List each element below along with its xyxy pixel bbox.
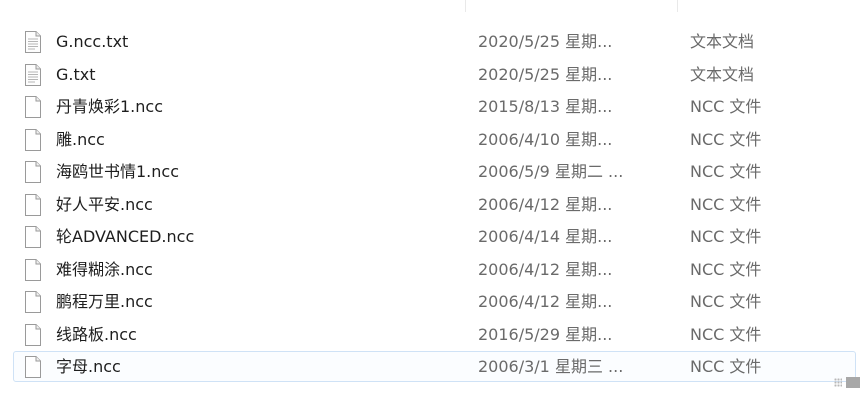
- file-row[interactable]: G.txt 2020/5/25 星期... 文本文档: [0, 59, 863, 92]
- column-divider-date-type[interactable]: [677, 0, 678, 12]
- blank-file-icon: [23, 323, 43, 347]
- file-row[interactable]: 难得糊涂.ncc 2006/4/12 星期... NCC 文件: [0, 254, 863, 287]
- file-modified-date: 2006/5/9 星期二 ...: [478, 162, 624, 181]
- blank-file-icon: [23, 258, 43, 282]
- grip-dots-icon: [834, 378, 842, 387]
- file-row[interactable]: 海鸥世书情1.ncc 2006/5/9 星期二 ... NCC 文件: [0, 156, 863, 189]
- file-row[interactable]: 雕.ncc 2006/4/10 星期... NCC 文件: [0, 124, 863, 157]
- file-name[interactable]: G.txt: [56, 65, 96, 85]
- file-name[interactable]: 丹青焕彩1.ncc: [56, 97, 163, 117]
- file-type: NCC 文件: [690, 292, 762, 311]
- file-name[interactable]: 难得糊涂.ncc: [56, 260, 153, 280]
- file-modified-date: 2006/4/14 星期...: [478, 227, 613, 246]
- file-row[interactable]: G.ncc.txt 2020/5/25 星期... 文本文档: [0, 26, 863, 59]
- file-modified-date: 2016/5/29 星期...: [478, 324, 613, 344]
- file-name[interactable]: 线路板.ncc: [56, 325, 137, 345]
- file-row[interactable]: 好人平安.ncc 2006/4/12 星期... NCC 文件: [0, 189, 863, 222]
- blank-file-icon: [23, 225, 43, 249]
- file-name[interactable]: 轮ADVANCED.ncc: [56, 227, 194, 247]
- blank-file-icon: [23, 160, 43, 184]
- file-row[interactable]: 轮ADVANCED.ncc 2006/4/14 星期... NCC 文件: [0, 221, 863, 254]
- blank-file-icon: [23, 128, 43, 152]
- file-list-view: G.ncc.txt 2020/5/25 星期... 文本文档 G.txt 2020/5/…: [0, 0, 863, 395]
- file-modified-date: 2006/4/10 星期...: [478, 129, 613, 149]
- file-type: NCC 文件: [690, 227, 762, 246]
- file-modified-date: 2020/5/25 星期...: [478, 32, 613, 51]
- file-name[interactable]: G.ncc.txt: [56, 32, 128, 52]
- text-document-icon: [23, 63, 43, 87]
- file-type: 文本文档: [690, 32, 755, 51]
- file-type: 文本文档: [690, 64, 755, 84]
- grip-block-icon: [846, 377, 860, 388]
- resize-grip[interactable]: [830, 377, 860, 389]
- blank-file-icon: [23, 290, 43, 314]
- file-type: NCC 文件: [690, 194, 762, 214]
- file-row[interactable]: 丹青焕彩1.ncc 2015/8/13 星期... NCC 文件: [0, 91, 863, 124]
- blank-file-icon: [23, 355, 43, 379]
- file-type: NCC 文件: [690, 97, 762, 116]
- file-modified-date: 2006/4/12 星期...: [478, 292, 613, 311]
- text-document-icon: [23, 30, 43, 54]
- file-modified-date: 2015/8/13 星期...: [478, 97, 613, 116]
- file-modified-date: 2006/4/12 星期...: [478, 259, 613, 279]
- file-type: NCC 文件: [690, 259, 762, 279]
- blank-file-icon: [23, 193, 43, 217]
- file-modified-date: 2006/3/1 星期三 ...: [478, 357, 624, 376]
- file-row[interactable]: 鹏程万里.ncc 2006/4/12 星期... NCC 文件: [0, 286, 863, 319]
- file-name[interactable]: 好人平安.ncc: [56, 195, 153, 215]
- file-name[interactable]: 字母.ncc: [56, 357, 121, 377]
- file-type: NCC 文件: [690, 129, 762, 149]
- blank-file-icon: [23, 95, 43, 119]
- file-type: NCC 文件: [690, 357, 762, 376]
- file-rows: G.ncc.txt 2020/5/25 星期... 文本文档 G.txt 2020/5/…: [0, 26, 863, 384]
- file-name[interactable]: 雕.ncc: [56, 130, 105, 150]
- file-modified-date: 2020/5/25 星期...: [478, 64, 613, 84]
- column-divider-name-date[interactable]: [465, 0, 466, 12]
- file-name[interactable]: 鹏程万里.ncc: [56, 292, 153, 312]
- file-type: NCC 文件: [690, 162, 762, 181]
- file-modified-date: 2006/4/12 星期...: [478, 194, 613, 214]
- file-type: NCC 文件: [690, 324, 762, 344]
- file-row[interactable]: 线路板.ncc 2016/5/29 星期... NCC 文件: [0, 319, 863, 352]
- file-name[interactable]: 海鸥世书情1.ncc: [56, 162, 179, 182]
- file-row[interactable]: 字母.ncc 2006/3/1 星期三 ... NCC 文件: [0, 351, 863, 384]
